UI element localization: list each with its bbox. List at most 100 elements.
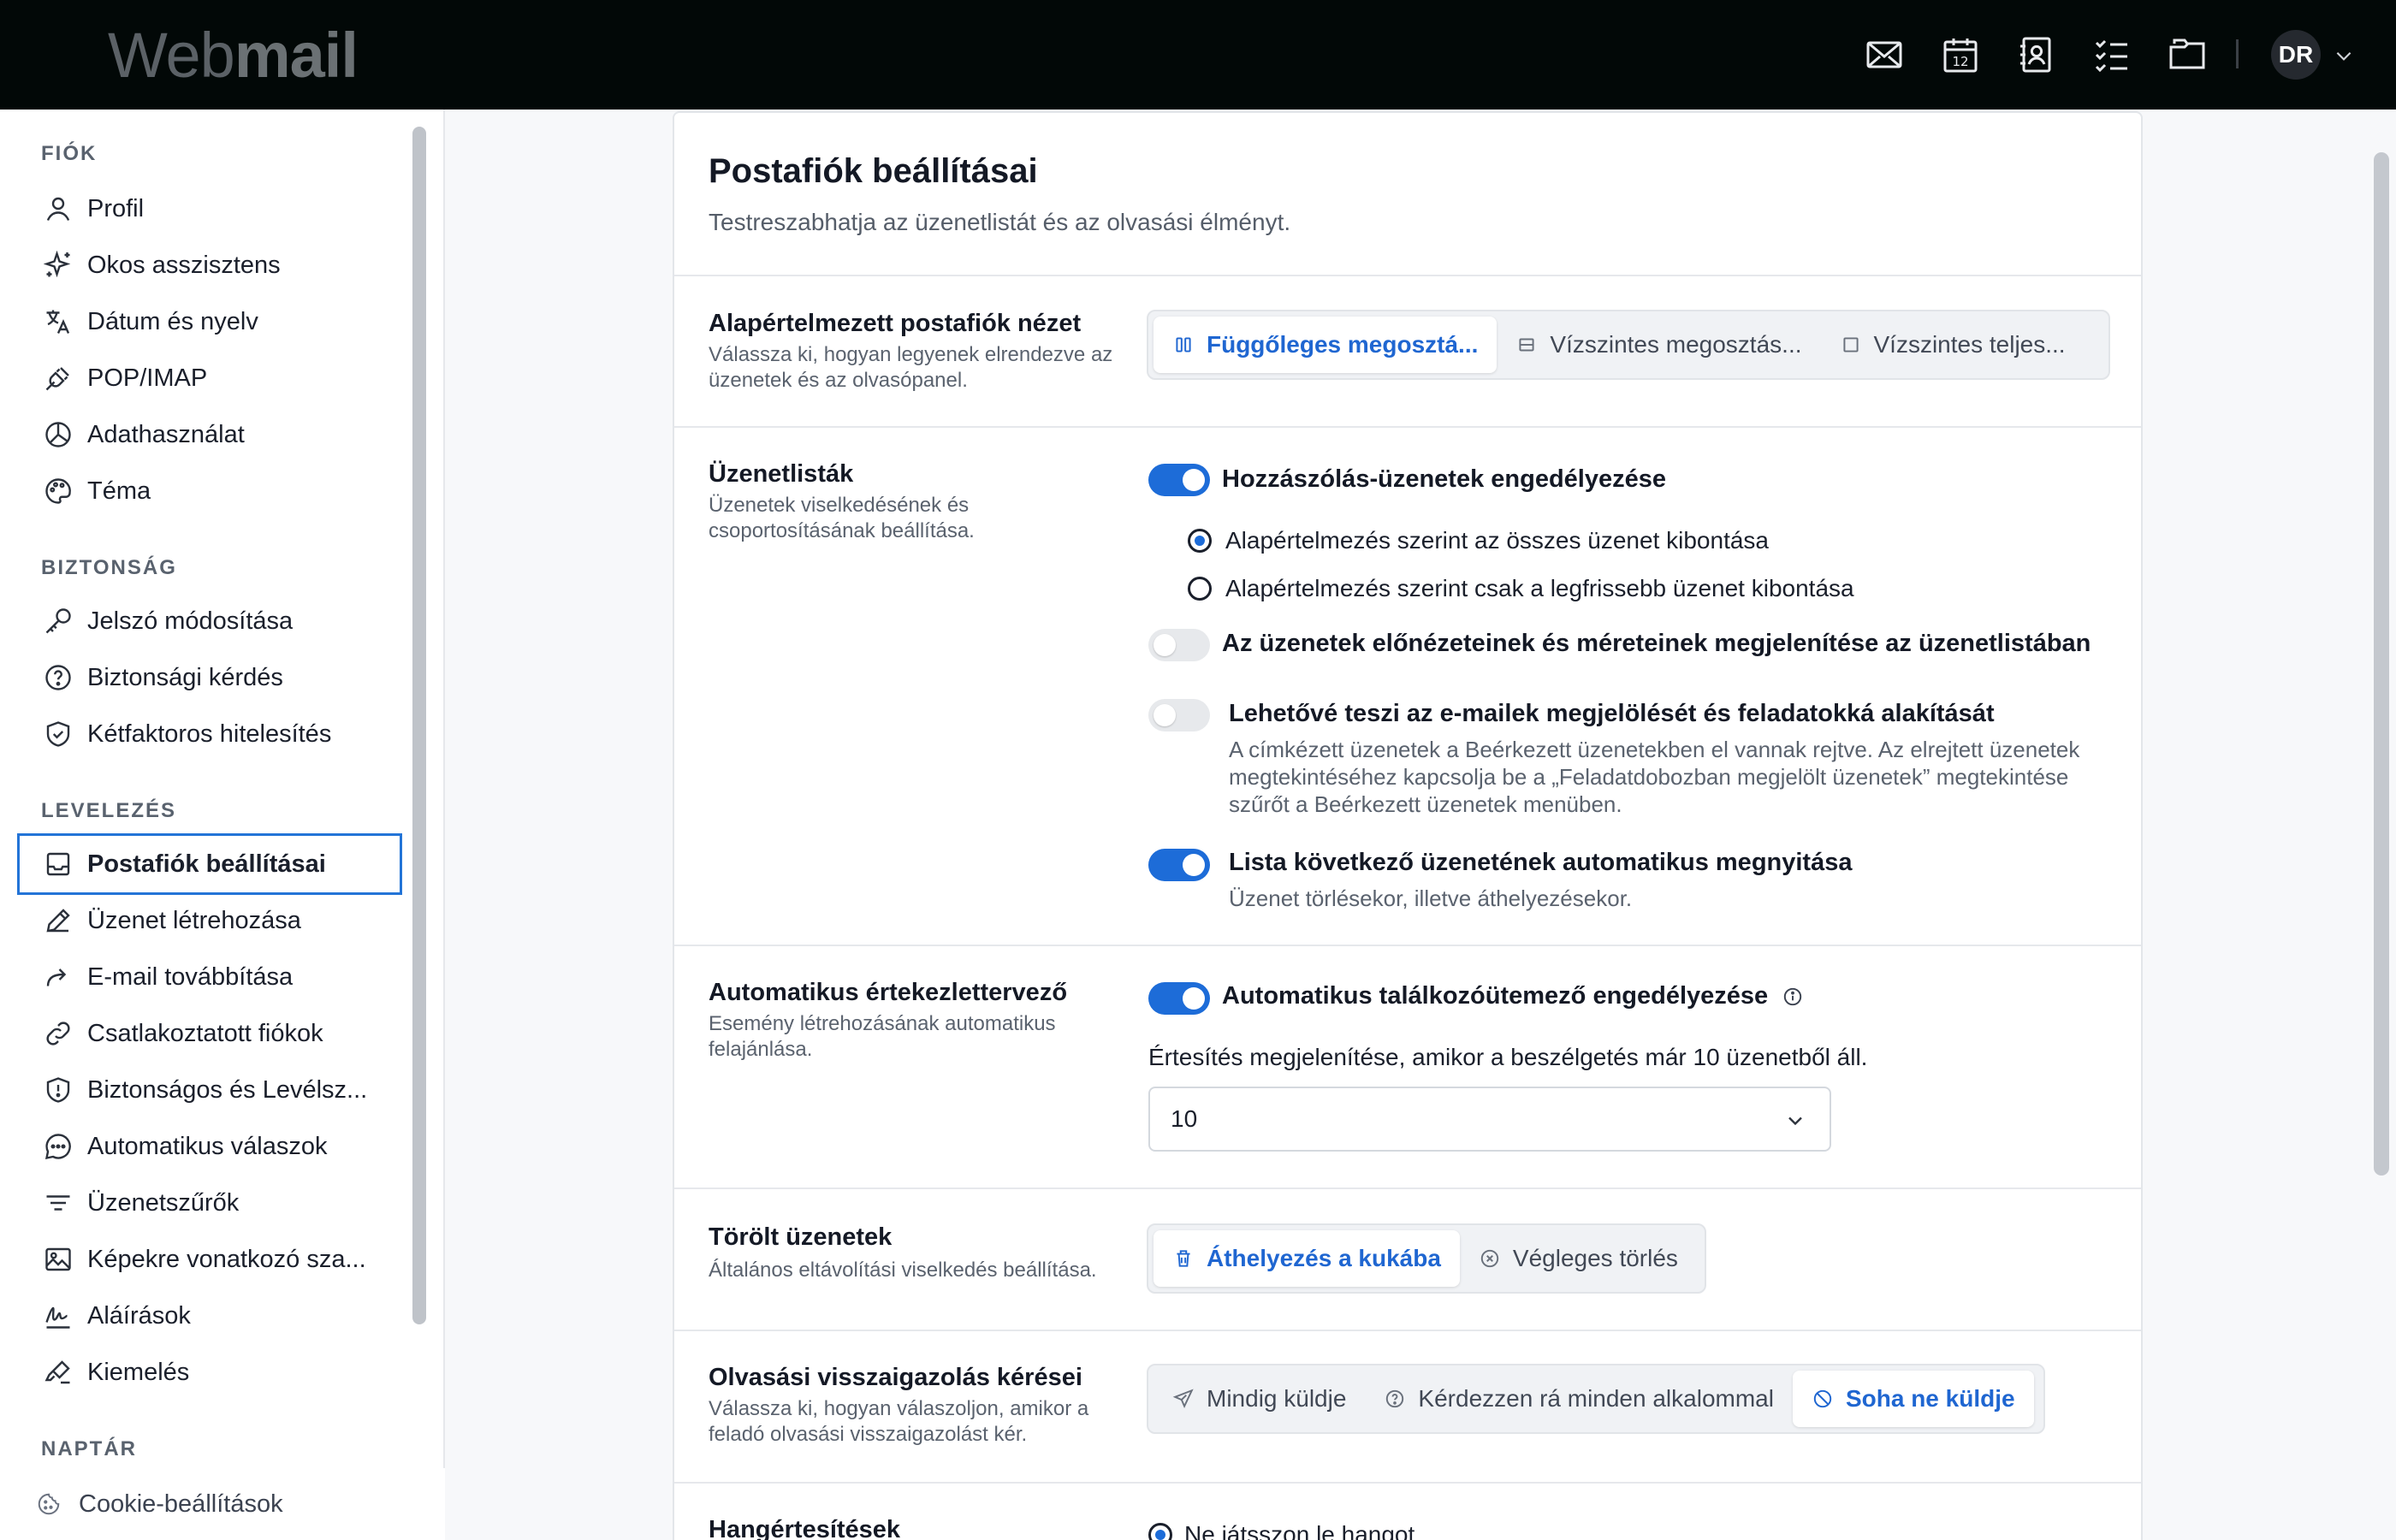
main-scrollbar[interactable] [2374, 152, 2389, 1176]
section-desc-message-lists: Üzenetek viselkedésének és csoportosítás… [709, 494, 975, 542]
section-title-calendar: NAPTÁR [41, 1437, 137, 1460]
chevron-down-icon[interactable] [2333, 44, 2355, 67]
view-option-horizontal-full[interactable]: Vízszintes teljes... [1821, 317, 2085, 373]
plug-icon [43, 363, 74, 394]
pie-chart-icon [43, 419, 74, 450]
top-bar: Webmail 12 DR [0, 0, 2396, 110]
section-title-account: FIÓK [41, 142, 98, 165]
sidebar-item-forwarding[interactable]: E-mail továbbítása [17, 946, 402, 1008]
trash-icon [1172, 1247, 1195, 1270]
contacts-icon[interactable] [2015, 34, 2056, 75]
sparkle-icon [43, 250, 74, 281]
view-option-horizontal-split[interactable]: Vízszintes megosztás... [1497, 317, 1820, 373]
section-title-deleted: Törölt üzenetek [709, 1223, 893, 1251]
link-icon [43, 1018, 74, 1049]
ask-each-time-option[interactable]: Kérdezzen rá minden alkalommal [1365, 1371, 1793, 1427]
avatar[interactable]: DR [2271, 30, 2321, 80]
section-desc-scheduler: Esemény létrehozásának automatikus felaj… [709, 1012, 1056, 1061]
sidebar-item-date-language[interactable]: Dátum és nyelv [17, 291, 402, 352]
divider [674, 1330, 2141, 1331]
signature-icon [43, 1300, 74, 1331]
sidebar-item-mailbox-settings[interactable]: Postafiók beállításai [17, 833, 402, 895]
scheduler-notice: Értesítés megjelenítése, amikor a beszél… [1148, 1044, 1868, 1070]
threading-label: Hozzászólás-üzenetek engedélyezése [1222, 465, 1666, 493]
always-send-option[interactable]: Mindig küldje [1154, 1371, 1365, 1427]
shield-check-icon [43, 719, 74, 749]
image-icon [43, 1244, 74, 1275]
folder-icon[interactable] [2167, 34, 2208, 75]
user-icon [43, 193, 74, 224]
tasks-description: A címkézett üzenetek a Beérkezett üzenet… [1229, 737, 2080, 817]
info-icon[interactable] [1782, 986, 1804, 1008]
cookie-icon [36, 1491, 62, 1517]
auto-open-label: Lista következő üzenetének automatikus m… [1229, 849, 1853, 876]
sidebar-item-smart-assistant[interactable]: Okos asszisztens [17, 234, 402, 296]
permanent-delete-option[interactable]: Végleges törlés [1460, 1230, 1697, 1287]
chevron-down-icon [1783, 1109, 1807, 1133]
toolbar-divider [2236, 39, 2239, 68]
calendar-icon[interactable]: 12 [1940, 34, 1981, 75]
message-count-select[interactable]: 10 [1148, 1087, 1831, 1152]
expand-latest-label: Alapértelmezés szerint csak a legfrisseb… [1225, 575, 1854, 601]
divider [674, 275, 2141, 276]
x-circle-icon [1479, 1247, 1501, 1270]
sidebar-item-data-usage[interactable]: Adathasználat [17, 404, 402, 465]
translate-icon [43, 306, 74, 337]
tasks-toggle[interactable] [1148, 699, 1210, 732]
sidebar-item-auto-replies[interactable]: Automatikus válaszok [17, 1116, 402, 1177]
move-to-trash-option[interactable]: Áthelyezés a kukába [1154, 1230, 1460, 1287]
expand-latest-radio[interactable] [1188, 577, 1212, 601]
sidebar-item-compose[interactable]: Üzenet létrehozása [17, 890, 402, 951]
view-segmented-control: Függőleges megosztá... Vízszintes megosz… [1147, 310, 2110, 380]
sidebar-item-change-password[interactable]: Jelszó módosítása [17, 590, 402, 652]
sidebar-item-two-factor[interactable]: Kétfaktoros hitelesítés [17, 703, 402, 765]
tasks-label: Lehetővé teszi az e-mailek megjelölését … [1229, 700, 1995, 727]
delete-segmented-control: Áthelyezés a kukába Végleges törlés [1147, 1223, 1706, 1294]
sidebar-item-highlight[interactable]: Kiemelés [17, 1342, 402, 1403]
block-icon [1812, 1388, 1834, 1410]
section-desc-deleted: Általános eltávolítási viselkedés beállí… [709, 1259, 1097, 1282]
no-sound-radio[interactable] [1148, 1523, 1172, 1540]
filter-lines-icon [43, 1188, 74, 1218]
scheduler-toggle[interactable] [1148, 982, 1210, 1015]
page-title: Postafiók beállításai [709, 152, 1038, 190]
section-desc-default-view: Válassza ki, hogyan legyenek elrendezve … [709, 343, 1113, 392]
sidebar-item-security-question[interactable]: Biztonsági kérdés [17, 647, 402, 708]
tasks-icon[interactable] [2091, 34, 2132, 75]
section-title-scheduler: Automatikus értekezlettervező [709, 979, 1068, 1006]
settings-sidebar: FIÓK Profil Okos asszisztens Dátum és ny… [0, 110, 445, 1540]
sidebar-item-pop-imap[interactable]: POP/IMAP [17, 347, 402, 409]
sidebar-item-filters[interactable]: Üzenetszűrők [17, 1172, 402, 1234]
app-logo[interactable]: Webmail [108, 21, 359, 91]
section-title-receipts: Olvasási visszaigazolás kérései [709, 1364, 1082, 1391]
receipts-segmented-control: Mindig küldje Kérdezzen rá minden alkalo… [1147, 1364, 2045, 1434]
sidebar-item-image-settings[interactable]: Képekre vonatkozó sza... [17, 1229, 402, 1290]
cookie-settings-link[interactable]: Cookie-beállítások [0, 1468, 445, 1540]
divider [674, 1188, 2141, 1189]
previews-label: Az üzenetek előnézeteinek és méreteinek … [1222, 630, 2091, 657]
scheduler-label: Automatikus találkozóütemező engedélyezé… [1222, 982, 1804, 1010]
rows-icon [1515, 334, 1538, 356]
expand-all-radio[interactable] [1188, 529, 1212, 553]
never-send-option[interactable]: Soha ne küldje [1792, 1371, 2034, 1427]
previews-toggle[interactable] [1148, 629, 1210, 661]
sidebar-item-theme[interactable]: Téma [17, 460, 402, 522]
auto-open-toggle[interactable] [1148, 849, 1210, 881]
mail-icon[interactable] [1864, 34, 1905, 75]
sidebar-item-safe-senders[interactable]: Biztonságos és Levélsz... [17, 1059, 402, 1121]
square-icon [1840, 334, 1862, 356]
sidebar-item-profile[interactable]: Profil [17, 178, 402, 240]
threading-toggle[interactable] [1148, 464, 1210, 496]
palette-icon [43, 476, 74, 506]
sidebar-item-signatures[interactable]: Aláírások [17, 1285, 402, 1347]
question-circle-icon [43, 662, 74, 693]
view-option-vertical-split[interactable]: Függőleges megosztá... [1154, 317, 1498, 373]
divider [674, 426, 2141, 428]
divider [674, 945, 2141, 946]
highlighter-icon [43, 1357, 74, 1388]
section-title-sounds: Hangértesítések [709, 1516, 901, 1540]
svg-text:12: 12 [1952, 54, 1968, 69]
sidebar-scrollbar[interactable] [412, 127, 426, 1324]
sidebar-item-connected-accounts[interactable]: Csatlakoztatott fiókok [17, 1003, 402, 1064]
expand-all-label: Alapértelmezés szerint az összes üzenet … [1225, 527, 1769, 554]
